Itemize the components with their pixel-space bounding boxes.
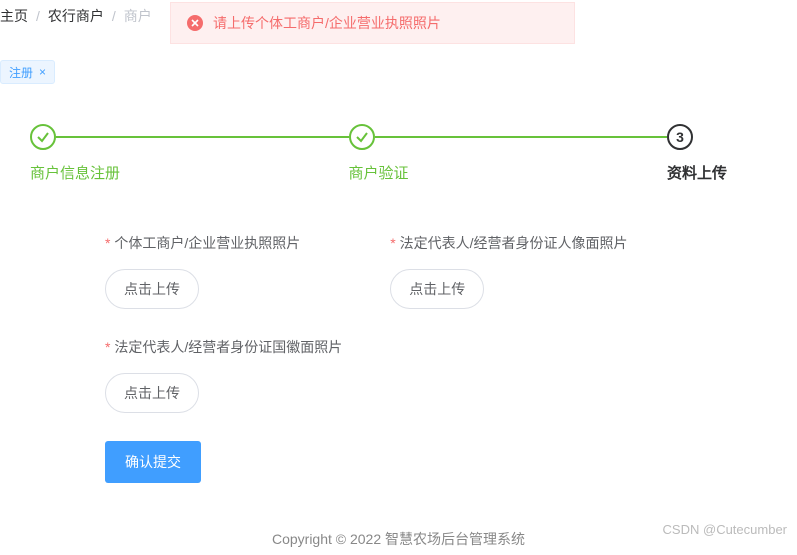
close-icon[interactable]: × bbox=[39, 65, 46, 79]
breadcrumb-current: 商户 bbox=[124, 6, 152, 26]
label-license: 个体工商户/企业营业执照照片 bbox=[105, 233, 300, 253]
field-license: 个体工商户/企业营业执照照片 点击上传 bbox=[105, 233, 300, 309]
breadcrumb-merchant[interactable]: 农行商户 bbox=[48, 6, 104, 26]
submit-button[interactable]: 确认提交 bbox=[105, 441, 201, 483]
upload-id-back-button[interactable]: 点击上传 bbox=[105, 373, 199, 413]
breadcrumb-separator: / bbox=[112, 8, 116, 24]
tag-label: 注册 bbox=[9, 64, 33, 81]
upload-form: 个体工商户/企业营业执照照片 点击上传 法定代表人/经营者身份证人像面照片 点击… bbox=[0, 203, 797, 483]
check-icon bbox=[349, 124, 375, 150]
breadcrumb-separator: / bbox=[36, 8, 40, 24]
step-title: 商户验证 bbox=[349, 162, 668, 183]
tab-tag-register[interactable]: 注册 × bbox=[0, 60, 55, 84]
step-title: 商户信息注册 bbox=[30, 162, 349, 183]
error-alert: 请上传个体工商户/企业营业执照照片 bbox=[170, 2, 575, 44]
step-3: 3 资料上传 bbox=[667, 124, 767, 183]
step-line bbox=[375, 136, 668, 138]
check-icon bbox=[30, 124, 56, 150]
breadcrumb-home[interactable]: 主页 bbox=[0, 6, 28, 26]
error-icon bbox=[187, 15, 203, 31]
upload-id-front-button[interactable]: 点击上传 bbox=[390, 269, 484, 309]
steps: 商户信息注册 商户验证 3 资料上传 bbox=[30, 124, 767, 183]
label-id-back: 法定代表人/经营者身份证国徽面照片 bbox=[105, 337, 797, 357]
field-id-front: 法定代表人/经营者身份证人像面照片 点击上传 bbox=[390, 233, 627, 309]
step-2: 商户验证 bbox=[349, 124, 668, 183]
field-id-back: 法定代表人/经营者身份证国徽面照片 点击上传 bbox=[105, 337, 797, 413]
error-message: 请上传个体工商户/企业营业执照照片 bbox=[213, 13, 441, 33]
step-number-icon: 3 bbox=[667, 124, 693, 150]
step-1: 商户信息注册 bbox=[30, 124, 349, 183]
step-line bbox=[56, 136, 349, 138]
step-title: 资料上传 bbox=[667, 162, 767, 183]
watermark: CSDN @Cutecumber bbox=[663, 522, 787, 537]
label-id-front: 法定代表人/经营者身份证人像面照片 bbox=[390, 233, 627, 253]
upload-license-button[interactable]: 点击上传 bbox=[105, 269, 199, 309]
